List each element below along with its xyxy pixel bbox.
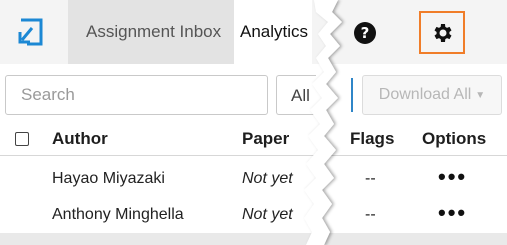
column-flags[interactable]: Flags — [350, 129, 394, 149]
search-input[interactable] — [5, 75, 268, 115]
turnitin-logo-icon[interactable] — [8, 10, 54, 56]
select-all-checkbox[interactable] — [15, 132, 29, 146]
filter-divider — [351, 78, 353, 112]
row-1-paper[interactable]: Not yet — [242, 170, 293, 188]
row-2-flags: -- — [365, 206, 376, 223]
column-author[interactable]: Author — [52, 129, 108, 149]
tab-assignment-inbox[interactable]: Assignment Inbox — [68, 0, 234, 64]
help-icon[interactable]: ? — [354, 22, 376, 44]
download-all-label: Download All — [378, 86, 472, 103]
column-options: Options — [422, 129, 487, 148]
row-2-paper[interactable]: Not yet — [242, 206, 293, 224]
row-1-flags: -- — [365, 170, 376, 187]
caret-down-icon: ▼ — [475, 89, 486, 101]
tab-analytics[interactable]: Analytics — [234, 0, 312, 64]
row-2-options-button[interactable]: ••• — [438, 200, 467, 226]
row-1-author: Hayao Miyazaki — [52, 170, 165, 187]
settings-button[interactable] — [419, 11, 465, 54]
row-2-author: Anthony Minghella — [52, 206, 184, 223]
column-paper[interactable]: Paper — [242, 129, 289, 149]
bottom-scrollbar[interactable] — [0, 233, 507, 245]
row-1-options-button[interactable]: ••• — [438, 164, 467, 190]
download-all-button[interactable]: Download All ▼ — [362, 75, 502, 115]
filter-dropdown[interactable]: All — [276, 75, 316, 115]
gear-icon — [434, 23, 452, 42]
header-divider — [0, 155, 507, 156]
